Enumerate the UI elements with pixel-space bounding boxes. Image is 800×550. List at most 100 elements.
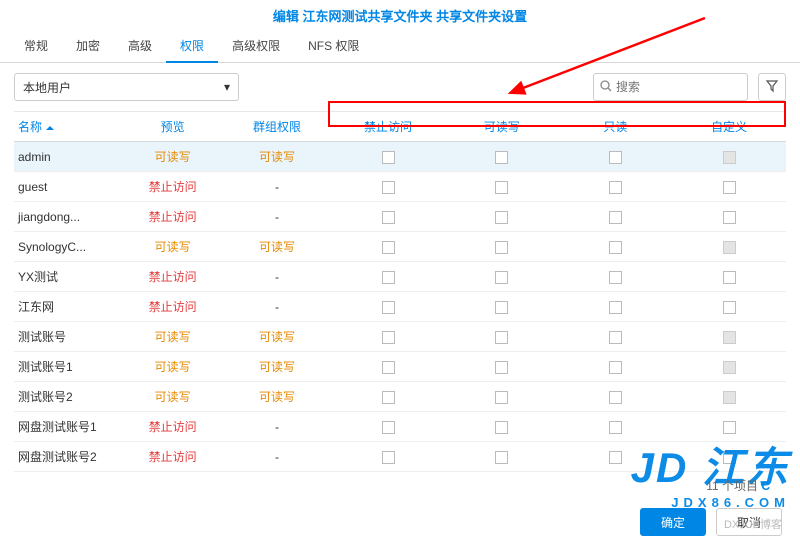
table-row[interactable]: guest禁止访问-: [14, 172, 786, 202]
cell-preview: 可读写: [122, 232, 223, 262]
cell-group: -: [223, 292, 331, 322]
tabs-bar: 常规加密高级权限高级权限NFS 权限: [0, 29, 800, 63]
checkbox-deny[interactable]: [382, 451, 395, 464]
cell-group: -: [223, 442, 331, 472]
col-name[interactable]: 名称: [14, 112, 122, 142]
checkbox-deny[interactable]: [382, 421, 395, 434]
checkbox-custom[interactable]: [723, 211, 736, 224]
cell-preview: 可读写: [122, 322, 223, 352]
tab-加密[interactable]: 加密: [62, 29, 114, 62]
cell-group: -: [223, 172, 331, 202]
checkbox-rw[interactable]: [495, 331, 508, 344]
col-deny[interactable]: 禁止访问: [331, 112, 445, 142]
checkbox-ro[interactable]: [609, 451, 622, 464]
cell-name: guest: [14, 172, 122, 202]
user-scope-value: 本地用户: [23, 79, 71, 96]
checkbox-deny[interactable]: [382, 301, 395, 314]
checkbox-ro[interactable]: [609, 271, 622, 284]
checkbox-ro[interactable]: [609, 391, 622, 404]
checkbox-rw[interactable]: [495, 361, 508, 374]
cell-preview: 禁止访问: [122, 292, 223, 322]
checkbox-custom[interactable]: [723, 151, 736, 164]
filter-button[interactable]: [758, 73, 786, 101]
tab-NFS 权限[interactable]: NFS 权限: [294, 29, 373, 62]
checkbox-rw[interactable]: [495, 211, 508, 224]
checkbox-rw[interactable]: [495, 451, 508, 464]
col-custom[interactable]: 自定义: [672, 112, 786, 142]
watermark-logo: JD 江东 JDX86.COM: [631, 434, 790, 510]
tab-权限[interactable]: 权限: [166, 29, 218, 62]
search-box[interactable]: [593, 73, 748, 101]
checkbox-custom[interactable]: [723, 421, 736, 434]
checkbox-rw[interactable]: [495, 181, 508, 194]
cell-preview: 禁止访问: [122, 172, 223, 202]
permissions-table: 名称 预览 群组权限 禁止访问 可读写 只读 自定义 admin可读写可读写gu…: [14, 111, 786, 472]
cell-group: -: [223, 412, 331, 442]
checkbox-ro[interactable]: [609, 301, 622, 314]
checkbox-custom[interactable]: [723, 361, 736, 374]
search-icon: [600, 80, 612, 95]
table-row[interactable]: YX测试禁止访问-: [14, 262, 786, 292]
checkbox-rw[interactable]: [495, 391, 508, 404]
checkbox-rw[interactable]: [495, 301, 508, 314]
checkbox-deny[interactable]: [382, 271, 395, 284]
ok-button[interactable]: 确定: [640, 508, 706, 536]
checkbox-ro[interactable]: [609, 181, 622, 194]
tab-高级权限[interactable]: 高级权限: [218, 29, 294, 62]
cell-preview: 禁止访问: [122, 202, 223, 232]
checkbox-custom[interactable]: [723, 181, 736, 194]
checkbox-custom[interactable]: [723, 241, 736, 254]
col-rw[interactable]: 可读写: [445, 112, 559, 142]
cell-group: 可读写: [223, 232, 331, 262]
cell-name: 测试账号: [14, 322, 122, 352]
item-count: 11 个项目 C: [706, 477, 770, 494]
checkbox-ro[interactable]: [609, 361, 622, 374]
checkbox-deny[interactable]: [382, 181, 395, 194]
cell-group: -: [223, 202, 331, 232]
cell-group: 可读写: [223, 382, 331, 412]
checkbox-deny[interactable]: [382, 211, 395, 224]
checkbox-rw[interactable]: [495, 151, 508, 164]
table-row[interactable]: admin可读写可读写: [14, 142, 786, 172]
toolbar: 本地用户 ▾: [0, 63, 800, 111]
user-scope-select[interactable]: 本地用户 ▾: [14, 73, 239, 101]
table-row[interactable]: 江东网禁止访问-: [14, 292, 786, 322]
checkbox-custom[interactable]: [723, 391, 736, 404]
table-row[interactable]: 测试账号可读写可读写: [14, 322, 786, 352]
checkbox-ro[interactable]: [609, 241, 622, 254]
checkbox-custom[interactable]: [723, 271, 736, 284]
search-input[interactable]: [616, 80, 741, 94]
checkbox-deny[interactable]: [382, 151, 395, 164]
tab-高级[interactable]: 高级: [114, 29, 166, 62]
cell-preview: 禁止访问: [122, 442, 223, 472]
table-row[interactable]: 测试账号2可读写可读写: [14, 382, 786, 412]
checkbox-rw[interactable]: [495, 271, 508, 284]
cell-name: 江东网: [14, 292, 122, 322]
checkbox-deny[interactable]: [382, 331, 395, 344]
table-row[interactable]: jiangdong...禁止访问-: [14, 202, 786, 232]
table-row[interactable]: SynologyC...可读写可读写: [14, 232, 786, 262]
checkbox-ro[interactable]: [609, 211, 622, 224]
col-group[interactable]: 群组权限: [223, 112, 331, 142]
funnel-icon: [766, 80, 778, 95]
checkbox-deny[interactable]: [382, 391, 395, 404]
cell-name: 测试账号1: [14, 352, 122, 382]
cell-name: 测试账号2: [14, 382, 122, 412]
cell-name: 网盘测试账号2: [14, 442, 122, 472]
checkbox-ro[interactable]: [609, 331, 622, 344]
tab-常规[interactable]: 常规: [10, 29, 62, 62]
checkbox-rw[interactable]: [495, 241, 508, 254]
checkbox-deny[interactable]: [382, 241, 395, 254]
checkbox-ro[interactable]: [609, 151, 622, 164]
checkbox-deny[interactable]: [382, 361, 395, 374]
checkbox-rw[interactable]: [495, 421, 508, 434]
dialog-title: 编辑 江东网测试共享文件夹 共享文件夹设置: [0, 0, 800, 29]
checkbox-custom[interactable]: [723, 331, 736, 344]
watermark-blog: DXJUB博客: [724, 516, 782, 532]
col-preview[interactable]: 预览: [122, 112, 223, 142]
cell-name: YX测试: [14, 262, 122, 292]
checkbox-ro[interactable]: [609, 421, 622, 434]
checkbox-custom[interactable]: [723, 301, 736, 314]
table-row[interactable]: 测试账号1可读写可读写: [14, 352, 786, 382]
col-ro[interactable]: 只读: [559, 112, 673, 142]
